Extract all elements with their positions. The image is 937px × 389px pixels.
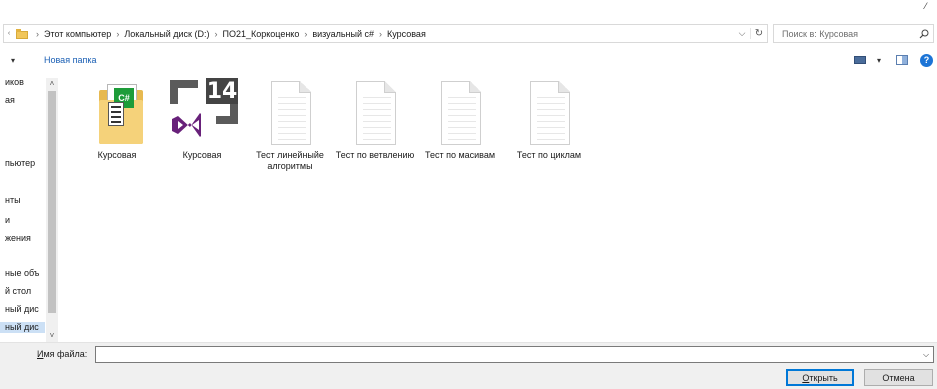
nav-item[interactable]: ные объ — [5, 268, 39, 278]
nav-item-desktop[interactable]: й стол — [5, 286, 31, 296]
file-label: Курсовая — [97, 150, 137, 160]
preview-pane-icon[interactable] — [896, 55, 908, 65]
open-button[interactable]: Открыть — [786, 369, 854, 386]
scrollbar-thumb[interactable] — [48, 91, 56, 313]
cancel-button[interactable]: Отмена — [864, 369, 933, 386]
change-view-icon[interactable] — [854, 55, 868, 65]
scroll-up-icon[interactable]: ˄ — [46, 78, 58, 90]
visual-studio-icon: 14 — [166, 78, 238, 146]
document-icon — [428, 78, 492, 146]
history-dropdown-icon[interactable]: ⌵ — [734, 28, 750, 39]
address-tools: ⌵ ↻ — [734, 24, 767, 43]
file-label: Курсовая — [182, 150, 222, 160]
breadcrumb-item-this-pc[interactable]: Этот компьютер — [44, 29, 111, 39]
file-item-solution[interactable]: 14 Курсовая — [159, 78, 245, 161]
breadcrumb-separator-icon[interactable]: › — [116, 29, 119, 39]
breadcrumb-separator-icon[interactable]: › — [36, 29, 39, 39]
document-icon — [517, 78, 581, 146]
file-item-document[interactable]: Тест по ветвлению — [332, 78, 418, 161]
file-item-project-folder[interactable]: C# Курсовая — [74, 78, 160, 161]
file-label: Тест линейныйе алгоритмы — [256, 150, 324, 171]
organize-dropdown-icon[interactable]: ▾ — [0, 56, 26, 65]
breadcrumb-separator-icon[interactable]: › — [379, 29, 382, 39]
file-label: Тест по масивам — [424, 150, 496, 160]
search-icon[interactable] — [915, 25, 933, 42]
nav-item[interactable]: жения — [5, 233, 31, 243]
file-item-document[interactable]: Тест по масивам — [417, 78, 503, 161]
file-label: Тест по циклам — [516, 150, 582, 160]
command-toolbar: ▾ Новая папка ▾ ? — [0, 49, 937, 71]
nav-item-disk[interactable]: ный дис — [5, 304, 39, 314]
filename-combobox[interactable]: ⌵ — [95, 346, 934, 363]
nav-item[interactable]: иков — [5, 77, 24, 87]
file-label: Тест по ветвлению — [335, 150, 415, 160]
nav-item[interactable]: ая — [5, 95, 15, 105]
document-mini-icon — [108, 102, 124, 126]
search-box[interactable] — [773, 24, 934, 43]
up-arrow-icon[interactable]: ‹ — [4, 24, 14, 43]
nav-item[interactable]: нты — [5, 195, 21, 205]
view-dropdown-icon[interactable]: ▾ — [872, 56, 886, 65]
file-item-document[interactable]: Тест линейныйе алгоритмы — [247, 78, 333, 172]
nav-item-computer[interactable]: пьютер — [5, 158, 35, 168]
filename-label: Имя файла: — [37, 349, 88, 359]
nav-item-disk-selected[interactable]: ный дис — [0, 322, 45, 333]
address-bar[interactable]: ‹ › Этот компьютер › Локальный диск (D:)… — [3, 24, 768, 43]
breadcrumb-separator-icon[interactable]: › — [214, 29, 217, 39]
refresh-icon[interactable]: ↻ — [750, 28, 767, 39]
document-icon — [258, 78, 322, 146]
document-icon — [343, 78, 407, 146]
breadcrumb-separator-icon[interactable]: › — [304, 29, 307, 39]
new-folder-button[interactable]: Новая папка — [40, 55, 100, 65]
breadcrumb-item-user-folder[interactable]: ПО21_Коркоценко — [222, 29, 299, 39]
vs-logo-icon — [172, 113, 201, 137]
resize-corner-icon: ⁄ — [925, 1, 927, 11]
breadcrumb-item-visual-cs[interactable]: визуальный с# — [312, 29, 374, 39]
scroll-down-icon[interactable]: ˅ — [46, 330, 58, 342]
folder-icon — [16, 28, 28, 39]
breadcrumb-item-current[interactable]: Курсовая — [387, 29, 426, 39]
help-icon[interactable]: ? — [920, 53, 933, 67]
nav-item[interactable]: и — [5, 215, 10, 225]
toolbar-right: ▾ ? — [854, 49, 937, 71]
file-item-document[interactable]: Тест по циклам — [506, 78, 592, 161]
folder-project-icon: C# — [85, 78, 149, 146]
breadcrumb-item-local-disk[interactable]: Локальный диск (D:) — [124, 29, 209, 39]
search-input[interactable] — [774, 26, 916, 41]
breadcrumb: › Этот компьютер › Локальный диск (D:) ›… — [31, 29, 426, 39]
chevron-down-icon[interactable]: ⌵ — [919, 350, 933, 360]
filename-input[interactable] — [96, 348, 919, 361]
nav-scrollbar[interactable]: ˄ ˅ — [46, 78, 58, 342]
title-strip — [0, 0, 937, 22]
version-badge: 14 — [206, 78, 238, 104]
